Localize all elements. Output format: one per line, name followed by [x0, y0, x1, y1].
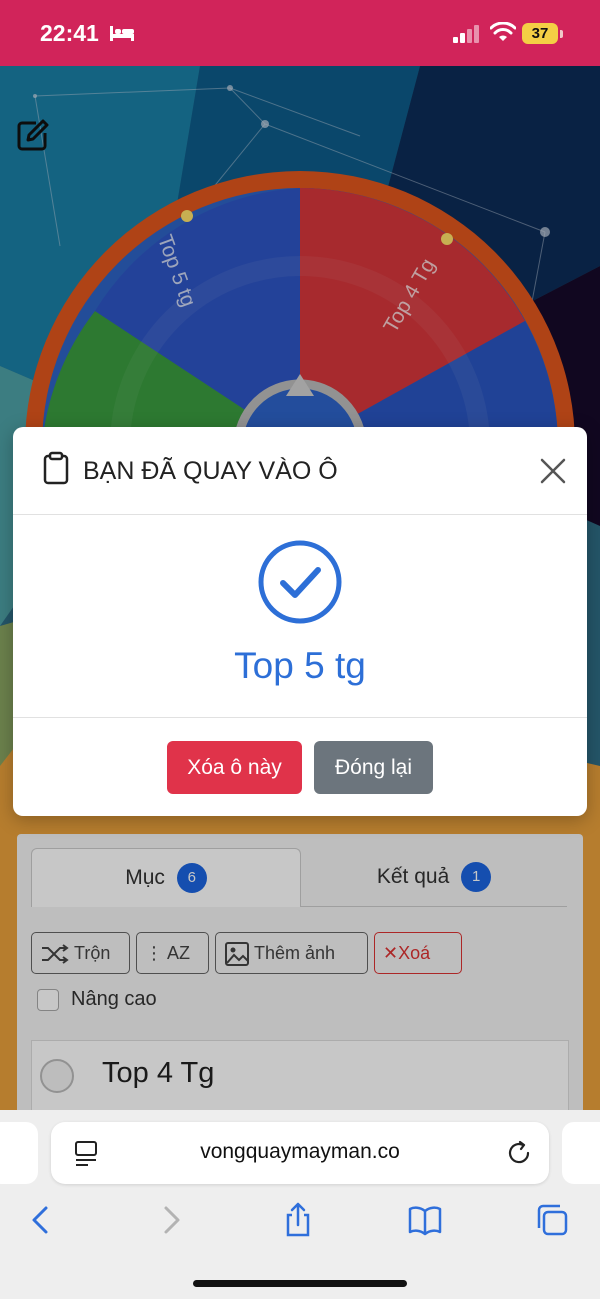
previous-tab-preview[interactable]: [0, 1122, 38, 1184]
browser-toolbar: vongquaymayman.co: [0, 1110, 600, 1299]
wifi-icon: [490, 22, 516, 41]
tabs-icon[interactable]: [535, 1202, 569, 1238]
close-icon[interactable]: [540, 458, 566, 484]
status-bar: 22:41 37: [0, 0, 600, 66]
bed-icon: [110, 26, 134, 41]
next-tab-preview[interactable]: [562, 1122, 600, 1184]
modal-title: BẠN ĐÃ QUAY VÀO Ô: [83, 457, 338, 485]
modal-body: Top 5 tg: [13, 515, 587, 718]
bookmarks-icon[interactable]: [408, 1202, 442, 1238]
home-indicator: [193, 1280, 407, 1287]
signal-icon: [453, 25, 479, 43]
modal-header: BẠN ĐÃ QUAY VÀO Ô: [13, 427, 587, 515]
check-circle-icon: [258, 540, 342, 624]
result-modal: BẠN ĐÃ QUAY VÀO Ô Top 5 tg Xóa ô này Đón…: [13, 427, 587, 816]
clipboard-icon: [43, 451, 69, 485]
address-bar[interactable]: vongquaymayman.co: [51, 1122, 549, 1184]
status-time: 22:41: [40, 20, 99, 46]
forward-icon[interactable]: [154, 1202, 188, 1238]
battery-indicator: 37: [522, 23, 563, 44]
result-text: Top 5 tg: [234, 645, 366, 686]
url-text: vongquaymayman.co: [200, 1140, 400, 1163]
share-icon[interactable]: [281, 1202, 315, 1238]
back-icon[interactable]: [24, 1202, 58, 1238]
close-button[interactable]: Đóng lại: [314, 741, 433, 794]
delete-segment-button[interactable]: Xóa ô này: [167, 741, 302, 794]
reload-icon[interactable]: [506, 1140, 532, 1166]
